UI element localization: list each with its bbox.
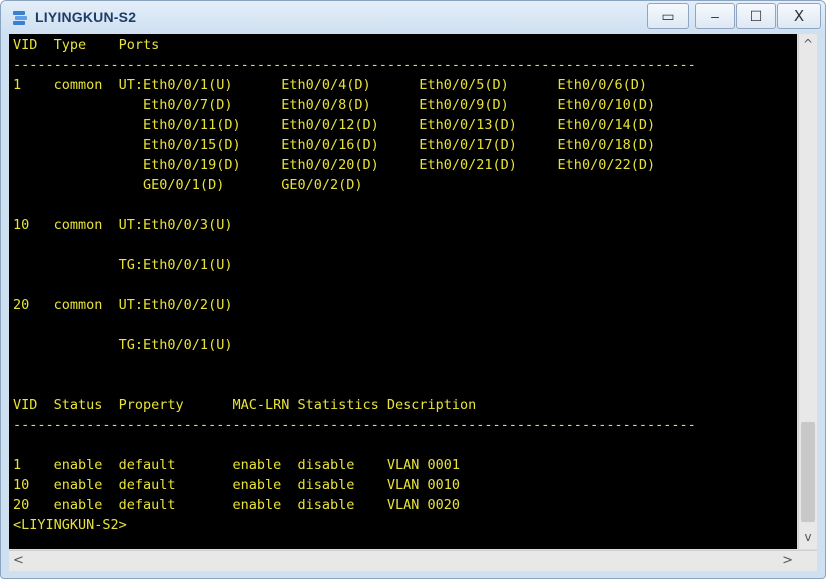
terminal-window: LIYINGKUN-S2 ▭ – ☐ X VID Type Ports ----… xyxy=(0,0,826,579)
terminal-line: VID Type Ports xyxy=(13,37,160,53)
title-bar[interactable]: LIYINGKUN-S2 ▭ – ☐ X xyxy=(1,1,825,33)
terminal-line: 1 enable default enable disable VLAN 000… xyxy=(13,457,461,473)
window-restore-icon: ▭ xyxy=(661,7,675,24)
terminal-line: ----------------------------------------… xyxy=(13,417,696,433)
terminal-line: 10 common UT:Eth0/0/3(U) xyxy=(13,217,233,233)
scroll-down-icon[interactable]: v xyxy=(799,530,817,546)
terminal-line: Eth0/0/11(D) Eth0/0/12(D) Eth0/0/13(D) E… xyxy=(13,117,656,133)
window-title: LIYINGKUN-S2 xyxy=(35,9,137,25)
terminal-line: TG:Eth0/0/1(U) xyxy=(13,337,233,353)
close-icon: X xyxy=(793,7,805,25)
maximize-icon: ☐ xyxy=(749,7,763,24)
horizontal-scrollbar[interactable]: < > xyxy=(9,550,817,571)
terminal-line: Eth0/0/7(D) Eth0/0/8(D) Eth0/0/9(D) Eth0… xyxy=(13,97,656,113)
terminal-line: 20 common UT:Eth0/0/2(U) xyxy=(13,297,233,313)
terminal-line: Eth0/0/19(D) Eth0/0/20(D) Eth0/0/21(D) E… xyxy=(13,157,656,173)
terminal-line: 10 enable default enable disable VLAN 00… xyxy=(13,477,461,493)
terminal-line: GE0/0/1(D) GE0/0/2(D) xyxy=(13,177,363,193)
maximize-button[interactable]: ☐ xyxy=(736,3,776,29)
terminal-line: 1 common UT:Eth0/0/1(U) Eth0/0/4(D) Eth0… xyxy=(13,77,647,93)
minimize-button[interactable]: – xyxy=(695,3,735,29)
scroll-left-icon[interactable]: < xyxy=(13,553,24,568)
terminal-line: VID Status Property MAC-LRN Statistics D… xyxy=(13,397,477,413)
terminal-prompt: <LIYINGKUN-S2> xyxy=(13,517,127,533)
close-button[interactable]: X xyxy=(777,3,821,29)
window-extra-button[interactable]: ▭ xyxy=(647,3,689,29)
scroll-up-icon[interactable]: ^ xyxy=(799,37,817,53)
vertical-scroll-thumb[interactable] xyxy=(801,422,815,522)
scroll-right-icon[interactable]: > xyxy=(782,553,793,568)
minimize-icon: – xyxy=(711,8,719,24)
terminal-line: ----------------------------------------… xyxy=(13,57,696,73)
terminal-line: 20 enable default enable disable VLAN 00… xyxy=(13,497,461,513)
vertical-scrollbar[interactable]: ^ v xyxy=(798,34,817,549)
terminal-line: Eth0/0/15(D) Eth0/0/16(D) Eth0/0/17(D) E… xyxy=(13,137,656,153)
terminal-output[interactable]: VID Type Ports -------------------------… xyxy=(9,34,797,549)
terminal-line: TG:Eth0/0/1(U) xyxy=(13,257,233,273)
app-icon xyxy=(13,11,27,25)
